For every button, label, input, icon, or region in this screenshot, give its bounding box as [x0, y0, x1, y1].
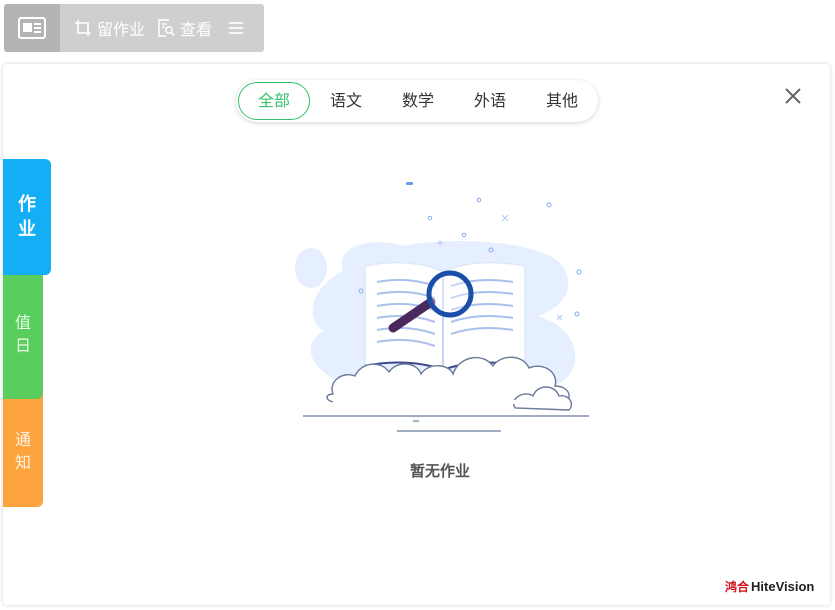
side-tab-duty-char-2: 日 [14, 336, 31, 355]
side-tab-duty-char-1: 值 [14, 313, 31, 332]
hamburger-menu-icon [229, 22, 244, 34]
whiteboard-toggle-button[interactable] [4, 4, 60, 52]
tab-all[interactable]: 全部 [238, 82, 310, 120]
brand-logo-cn: 鸿合 [725, 580, 750, 594]
tab-other[interactable]: 其他 [526, 82, 598, 120]
document-search-icon [158, 19, 175, 37]
tab-chinese[interactable]: 语文 [310, 82, 382, 120]
brand-logo: 鸿合 HiteVision [725, 578, 814, 595]
tab-foreign-language[interactable]: 外语 [454, 82, 526, 120]
empty-book-illustration [295, 182, 589, 432]
side-tab-homework-char-1: 作 [18, 194, 36, 215]
crop-icon [75, 20, 91, 36]
brand-logo-en: HiteVision [751, 579, 815, 594]
side-tab-notice-char-2: 知 [14, 452, 31, 472]
tab-math[interactable]: 数学 [382, 82, 454, 120]
subject-tabs: 全部 语文 数学 外语 其他 [236, 80, 598, 122]
view-button[interactable]: 查看 [157, 16, 212, 40]
side-tab-notice[interactable]: 通 知 [3, 384, 43, 507]
top-toolbar: 留作业 查看 [4, 4, 264, 52]
side-tab-duty[interactable]: 值 日 [3, 259, 43, 399]
assign-homework-button[interactable]: 留作业 [74, 16, 145, 40]
side-tab-homework[interactable]: 作 业 [3, 159, 51, 275]
view-label: 查看 [180, 20, 213, 39]
presentation-icon [18, 17, 46, 39]
close-icon [785, 88, 801, 104]
menu-button[interactable] [228, 21, 244, 35]
assign-homework-label: 留作业 [97, 20, 146, 39]
side-tab-notice-char-1: 通 [14, 429, 31, 449]
close-button[interactable] [781, 84, 805, 108]
homework-panel: 全部 语文 数学 外语 其他 作 业 值 日 通 知 暂无作业 鸿合 HiteV… [3, 64, 830, 605]
empty-state-message: 暂无作业 [409, 462, 470, 480]
side-tab-homework-char-2: 业 [18, 219, 36, 240]
